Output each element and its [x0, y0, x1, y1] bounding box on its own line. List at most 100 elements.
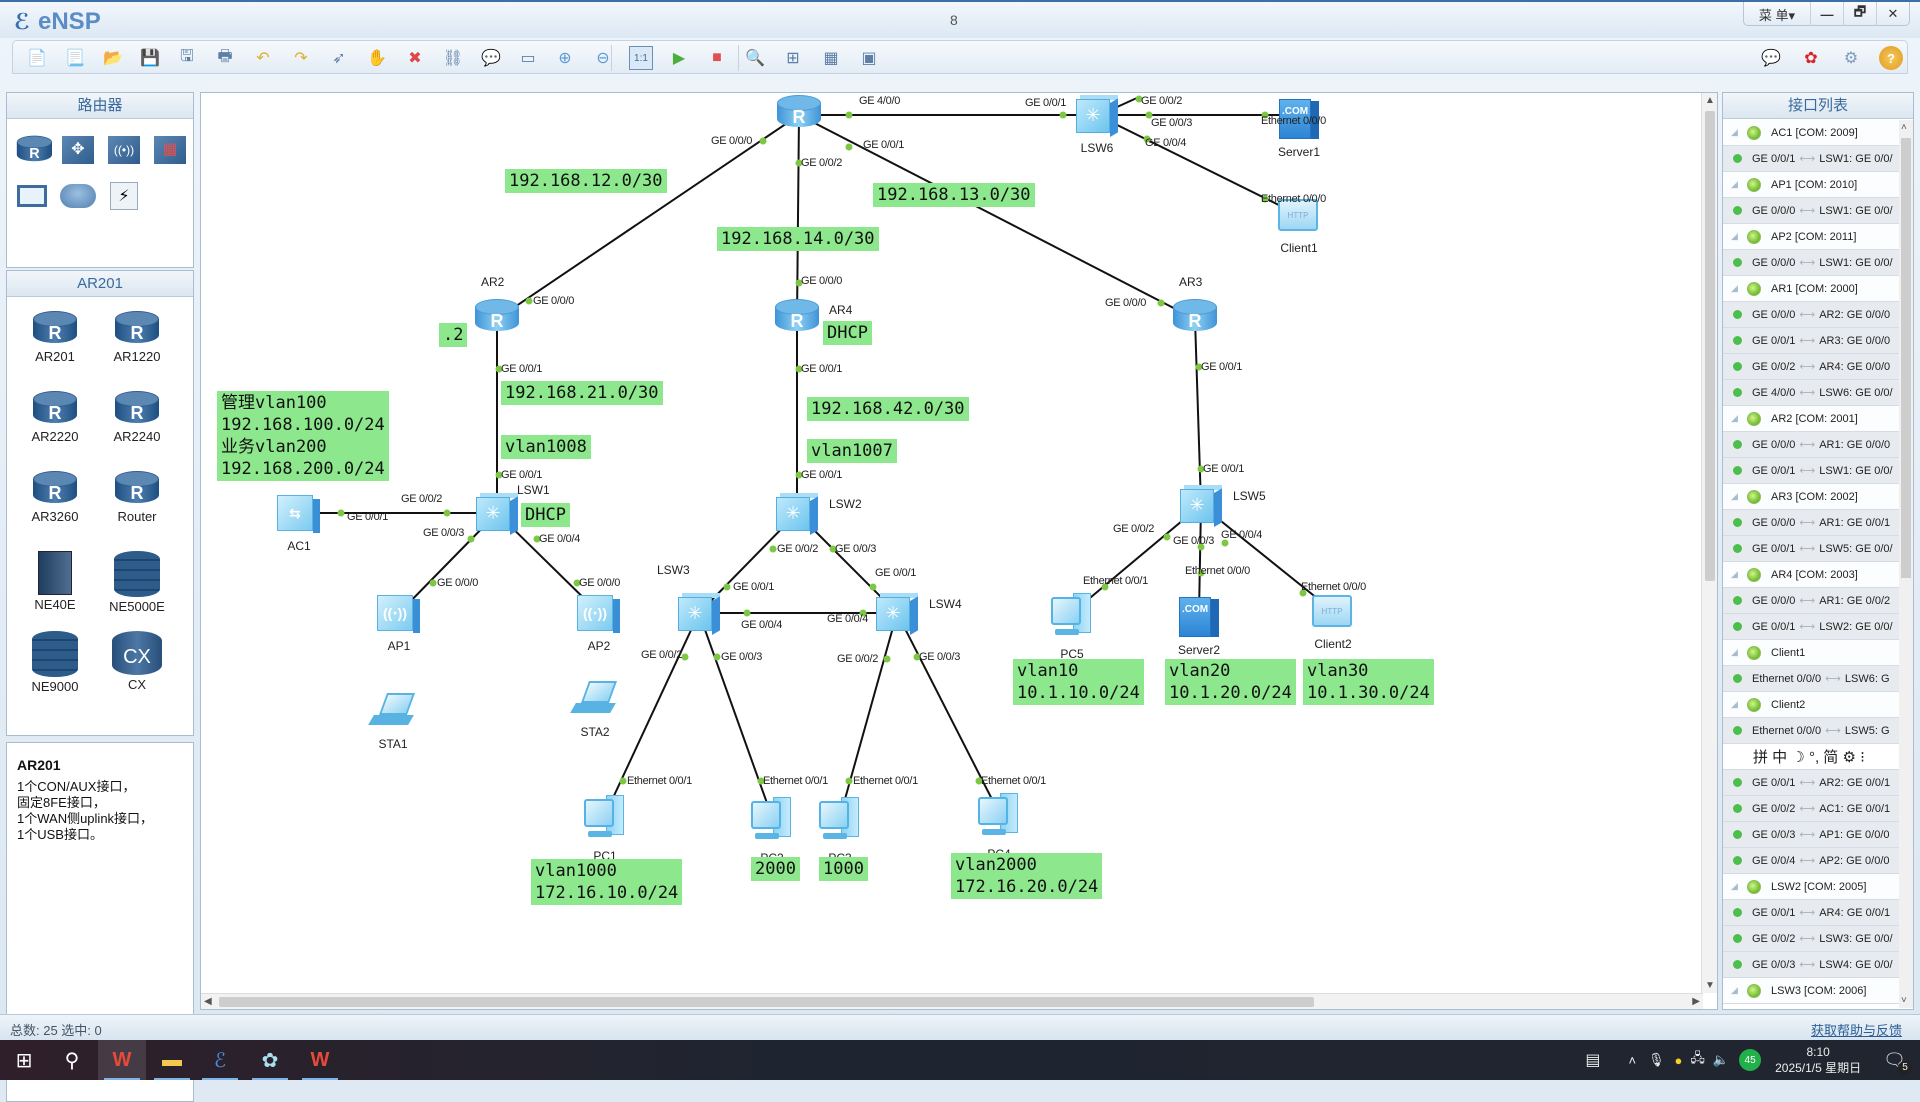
annotation-14[interactable]: 192.168.14.0/30: [717, 227, 879, 251]
microphone-icon[interactable]: 🎙: [1648, 1052, 1665, 1068]
security-app-icon[interactable]: ●: [1675, 1053, 1683, 1068]
network-icon[interactable]: 🖧: [1690, 1049, 1705, 1071]
interface-link-row[interactable]: Ethernet 0/0/0 ⟷ LSW6: G: [1723, 666, 1901, 692]
interface-link-row[interactable]: GE 0/0/0 ⟷ LSW1: GE 0/0/: [1723, 250, 1901, 276]
huawei-button[interactable]: ✿: [1799, 46, 1823, 70]
help-button[interactable]: ?: [1879, 46, 1903, 70]
node-ac1[interactable]: ⇆ AC1: [275, 493, 323, 553]
node-ap1[interactable]: ((⋅)) AP1: [375, 593, 423, 653]
expand-triangle-icon[interactable]: ◢: [1723, 283, 1741, 294]
annotation-13[interactable]: 192.168.13.0/30: [873, 183, 1035, 207]
taskbar-app-flower[interactable]: ✿: [246, 1040, 294, 1080]
link-ar1-ar4[interactable]: [796, 114, 800, 320]
category-link-icon[interactable]: ⚡: [105, 179, 143, 213]
annotation-vlan20[interactable]: vlan20 10.1.20.0/24: [1165, 659, 1296, 705]
node-lsw3[interactable]: ✳ LSW3: [657, 563, 723, 635]
expand-triangle-icon[interactable]: ◢: [1723, 127, 1741, 138]
annotation-pc3[interactable]: 1000: [819, 857, 868, 881]
redo-button[interactable]: ↷: [289, 46, 313, 70]
battery-badge[interactable]: 45: [1739, 1049, 1762, 1071]
interface-device-row[interactable]: ◢ Client2: [1723, 692, 1901, 718]
expand-triangle-icon[interactable]: ◢: [1723, 647, 1741, 658]
scroll-down-icon[interactable]: ˅: [1901, 995, 1907, 1006]
annotation-mgmt[interactable]: 管理vlan100 192.168.100.0/24 业务vlan200 192…: [217, 391, 389, 481]
vertical-scroll-thumb[interactable]: [1705, 111, 1715, 581]
show-hidden-icons[interactable]: ˄: [1628, 1053, 1636, 1068]
interface-link-row[interactable]: GE 0/0/1 ⟷ AR3: GE 0/0/0: [1723, 328, 1901, 354]
annotation-21[interactable]: 192.168.21.0/30: [501, 381, 663, 405]
interface-link-row[interactable]: GE 0/0/0 ⟷ AR1: GE 0/0/0: [1723, 432, 1901, 458]
search-button[interactable]: ⚲: [48, 1040, 96, 1080]
scroll-up-icon[interactable]: ˄: [1901, 122, 1907, 133]
text-button[interactable]: 💬: [479, 46, 503, 70]
scroll-left-icon[interactable]: ◀: [204, 996, 212, 1007]
interface-link-row[interactable]: Ethernet 0/0/0 ⟷ LSW5: G: [1723, 718, 1901, 744]
device-item-ne40e[interactable]: NE40E: [13, 551, 97, 612]
interface-link-row[interactable]: GE 0/0/3 ⟷ LSW4: GE 0/0/: [1723, 952, 1901, 978]
taskbar-wps[interactable]: W: [98, 1040, 146, 1080]
interface-link-row[interactable]: GE 0/0/1 ⟷ AR2: GE 0/0/1: [1723, 770, 1901, 796]
device-item-router[interactable]: R Router: [95, 471, 179, 524]
interface-link-row[interactable]: GE 0/0/0 ⟷ AR1: GE 0/0/2: [1723, 588, 1901, 614]
minimize-button[interactable]: —: [1810, 2, 1843, 26]
node-ar1[interactable]: R: [775, 95, 823, 137]
interface-device-row[interactable]: ◢ AR3 [COM: 2002]: [1723, 484, 1901, 510]
link-lsw3-pc2[interactable]: [698, 612, 773, 818]
fit-1-1-button[interactable]: 1:1: [629, 46, 653, 70]
undo-button[interactable]: ↶: [251, 46, 275, 70]
canvas-vertical-scrollbar[interactable]: ▲ ▼: [1701, 93, 1717, 993]
annotation-pc4[interactable]: vlan2000 172.16.20.0/24: [951, 853, 1103, 899]
scroll-down-icon[interactable]: ▼: [1705, 980, 1715, 991]
expand-triangle-icon[interactable]: ◢: [1723, 231, 1741, 242]
node-ar2[interactable]: R AR2: [473, 275, 521, 335]
interface-link-row[interactable]: GE 0/0/2 ⟷ LSW3: GE 0/0/: [1723, 926, 1901, 952]
interface-link-row[interactable]: GE 0/0/1 ⟷ AR4: GE 0/0/1: [1723, 900, 1901, 926]
interface-device-row[interactable]: ◢ AR4 [COM: 2003]: [1723, 562, 1901, 588]
delete-link-button[interactable]: ⛓: [441, 46, 465, 70]
interface-device-row[interactable]: ◢ LSW2 [COM: 2005]: [1723, 874, 1901, 900]
taskbar-wps-2[interactable]: W: [296, 1040, 344, 1080]
annotation-ar4-dhcp[interactable]: DHCP: [823, 321, 872, 345]
annotation-12[interactable]: 192.168.12.0/30: [505, 169, 667, 193]
topology-canvas[interactable]: R ✳ LSW6 .COM Server1 HTTP Client1 R AR2 R AR4 R AR3…: [200, 92, 1718, 1010]
interface-device-row[interactable]: ◢ AC1 [COM: 2009]: [1723, 120, 1901, 146]
pan-button[interactable]: ✋: [365, 46, 389, 70]
device-item-ar2240[interactable]: R AR2240: [95, 391, 179, 444]
annotation-vlan1007[interactable]: vlan1007: [807, 439, 897, 463]
taskbar-ensp[interactable]: ℰ: [196, 1040, 244, 1080]
category-cloud-icon[interactable]: [59, 179, 97, 213]
annotation-pc2[interactable]: 2000: [751, 857, 800, 881]
link-ar3-lsw5[interactable]: [1194, 318, 1202, 506]
interface-device-row[interactable]: ◢ AR1 [COM: 2000]: [1723, 276, 1901, 302]
node-pc4[interactable]: PC4: [975, 793, 1023, 861]
expand-triangle-icon[interactable]: ◢: [1723, 985, 1741, 996]
select-button[interactable]: ➶: [327, 46, 351, 70]
scroll-right-icon[interactable]: ▶: [1692, 996, 1700, 1007]
node-sta2[interactable]: STA2: [570, 681, 619, 739]
volume-icon[interactable]: 🔈: [1713, 1052, 1729, 1068]
node-pc3[interactable]: PC3: [816, 797, 864, 865]
open-button[interactable]: 📂: [101, 46, 125, 70]
news-icon[interactable]: ▤: [1585, 1050, 1600, 1070]
restore-button[interactable]: 🗗: [1843, 2, 1876, 26]
node-ar4[interactable]: R AR4: [773, 299, 852, 335]
capture-button[interactable]: 🔍: [743, 46, 767, 70]
menu-button[interactable]: 菜 单▾: [1744, 2, 1810, 26]
node-pc2[interactable]: PC2: [748, 797, 796, 865]
annotation-vlan1008[interactable]: vlan1008: [501, 435, 591, 459]
category-wireless-icon[interactable]: ((•)): [105, 133, 143, 167]
interface-device-row[interactable]: ◢ AP2 [COM: 2011]: [1723, 224, 1901, 250]
device-item-ar3260[interactable]: R AR3260: [13, 471, 97, 524]
link-ar1-ar3[interactable]: [798, 114, 1196, 320]
interface-link-row[interactable]: GE 0/0/2 ⟷ AC1: GE 0/0/1: [1723, 796, 1901, 822]
expand-triangle-icon[interactable]: ◢: [1723, 491, 1741, 502]
scroll-up-icon[interactable]: ▲: [1705, 95, 1715, 106]
node-ap2[interactable]: ((⋅)) AP2: [575, 593, 623, 653]
interface-device-row[interactable]: ◢ AP1 [COM: 2010]: [1723, 172, 1901, 198]
console-button[interactable]: ▣: [857, 46, 881, 70]
canvas-horizontal-scrollbar[interactable]: ◀ ▶: [201, 993, 1703, 1009]
node-lsw1[interactable]: ✳ LSW1: [473, 483, 550, 535]
node-client2[interactable]: HTTP Client2: [1309, 591, 1357, 651]
device-item-cx[interactable]: CX CX: [95, 631, 179, 692]
device-item-ne5000e[interactable]: NE5000E: [95, 551, 179, 614]
